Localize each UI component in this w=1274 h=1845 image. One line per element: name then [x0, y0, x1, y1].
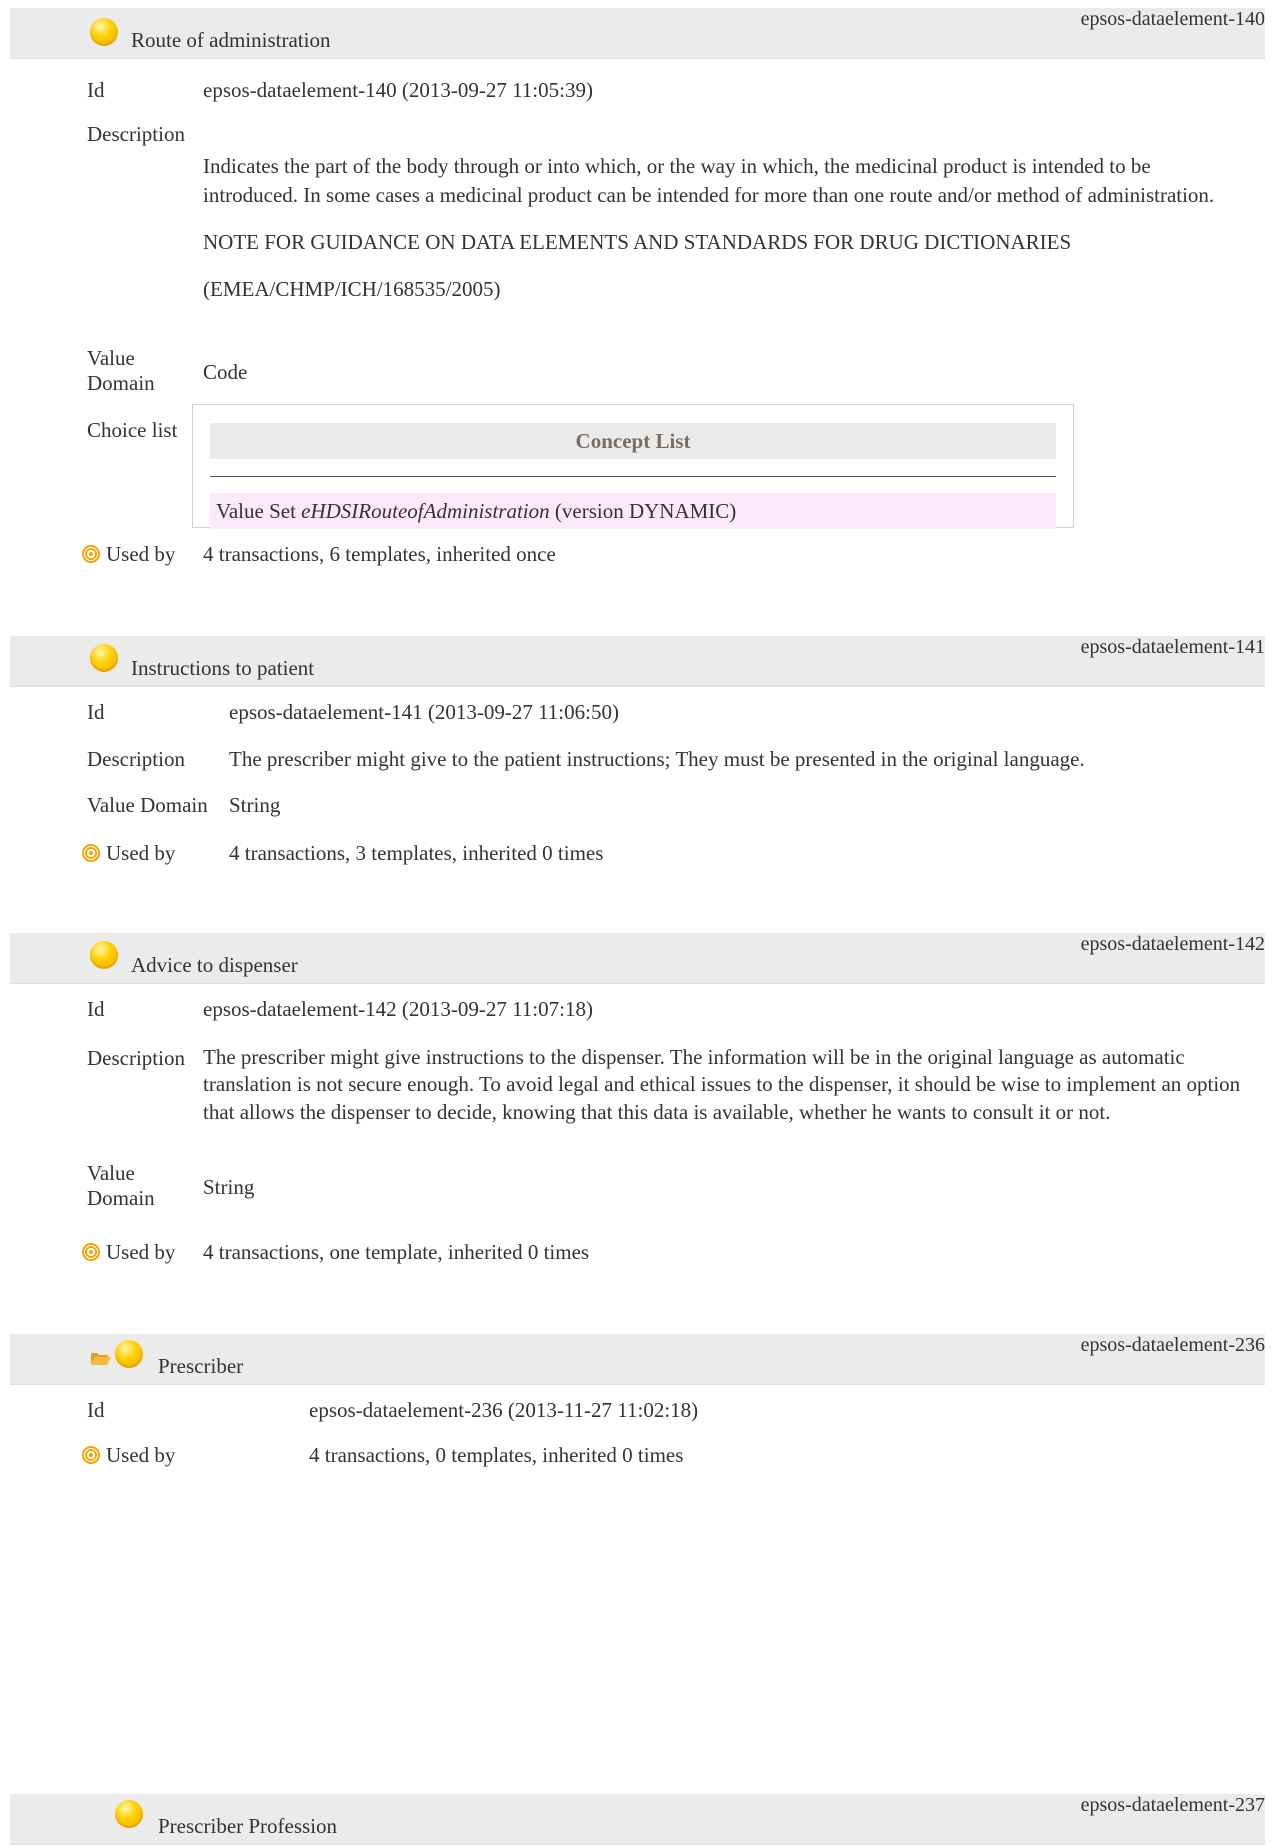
- value-domain-value: Code: [203, 360, 248, 384]
- id-value: epsos-dataelement-236 (2013-11-27 11:02:…: [309, 1398, 699, 1422]
- used-by-label-group: Used by: [82, 1441, 175, 1469]
- value-domain-label: Value Domain: [87, 1161, 155, 1211]
- description-label: Description: [87, 1046, 185, 1070]
- status-dot-icon: [90, 941, 118, 969]
- description-paragraph: Indicates the part of the body through o…: [203, 154, 1215, 207]
- description-row: Description Indicates the part of the bo…: [10, 120, 1265, 350]
- used-by-row[interactable]: Used by 4 transactions, one template, in…: [10, 1238, 1265, 1268]
- section-title: Advice to dispenser: [131, 953, 298, 977]
- used-by-label: Used by: [106, 841, 176, 865]
- description-text: The prescriber might give instructions t…: [203, 1045, 1241, 1124]
- value-domain-row: Value Domain Code: [10, 346, 1265, 398]
- section-ref: epsos-dataelement-237: [1080, 1794, 1265, 1816]
- value-domain-value: String: [229, 793, 281, 817]
- section-header[interactable]: Instructions to patient epsos-dataelemen…: [10, 636, 1265, 687]
- used-by-row[interactable]: Used by 4 transactions, 3 templates, inh…: [10, 839, 1265, 869]
- concept-list-divider: [210, 476, 1056, 477]
- description-row: Description The prescriber might give in…: [10, 1044, 1265, 1164]
- id-label: Id: [87, 700, 105, 724]
- section-header[interactable]: Prescriber Profession epsos-dataelement-…: [10, 1794, 1265, 1845]
- description-paragraph: (EMEA/CHMP/ICH/168535/2005): [203, 276, 501, 301]
- used-by-label: Used by: [106, 1240, 176, 1264]
- value-set-row[interactable]: Value Set eHDSIRouteofAdministration (ve…: [210, 493, 1056, 529]
- section-ref: epsos-dataelement-142: [1080, 933, 1265, 955]
- section-prescriber: Prescriber epsos-dataelement-236 Id epso…: [10, 1334, 1265, 1494]
- used-by-target-icon: [82, 1243, 100, 1261]
- value-domain-label-line: Value: [87, 346, 135, 370]
- section-header[interactable]: Route of administration epsos-dataelemen…: [10, 8, 1265, 59]
- value-set-link[interactable]: eHDSIRouteofAdministration: [301, 499, 549, 523]
- id-row: Id epsos-dataelement-236 (2013-11-27 11:…: [10, 1396, 1265, 1426]
- used-by-value: 4 transactions, 6 templates, inherited o…: [203, 542, 556, 566]
- id-value: epsos-dataelement-142 (2013-09-27 11:07:…: [203, 997, 593, 1021]
- value-domain-value: String: [203, 1175, 255, 1199]
- status-dot-icon: [90, 18, 118, 46]
- section-ref: epsos-dataelement-236: [1080, 1334, 1265, 1356]
- used-by-row[interactable]: Used by 4 transactions, 6 templates, inh…: [10, 540, 1265, 570]
- choice-list-label: Choice list: [87, 418, 178, 442]
- section-header[interactable]: Advice to dispenser epsos-dataelement-14…: [10, 933, 1265, 984]
- section-route-of-administration: Route of administration epsos-dataelemen…: [10, 8, 1265, 573]
- used-by-value: 4 transactions, 3 templates, inherited 0…: [229, 841, 604, 865]
- value-domain-label-line: Value: [87, 1161, 135, 1185]
- section-title: Route of administration: [131, 28, 331, 52]
- used-by-label-group: Used by: [82, 839, 175, 867]
- value-domain-label: Value Domain: [87, 346, 155, 396]
- concept-list-header: Concept List: [210, 423, 1056, 459]
- concept-list-box: Concept List Value Set eHDSIRouteofAdmin…: [192, 404, 1074, 529]
- folder-open-icon[interactable]: [90, 1351, 112, 1366]
- id-value: epsos-dataelement-140 (2013-09-27 11:05:…: [203, 78, 593, 102]
- value-domain-label-line: Domain: [87, 1186, 155, 1211]
- section-title: Prescriber Profession: [158, 1814, 338, 1838]
- used-by-target-icon: [82, 545, 100, 563]
- id-row: Id epsos-dataelement-142 (2013-09-27 11:…: [10, 995, 1265, 1025]
- section-title: Instructions to patient: [131, 656, 315, 680]
- id-label: Id: [87, 997, 105, 1021]
- section-ref: epsos-dataelement-140: [1080, 8, 1265, 30]
- value-domain-row: Value Domain String: [10, 791, 1265, 821]
- used-by-value: 4 transactions, 0 templates, inherited 0…: [309, 1443, 684, 1467]
- value-set-prefix: Value Set: [216, 499, 302, 523]
- used-by-label-group: Used by: [82, 1238, 175, 1266]
- description-text: The prescriber might give to the patient…: [229, 747, 1085, 771]
- value-set-version: (version DYNAMIC): [549, 499, 737, 523]
- value-domain-label: Value Domain: [87, 793, 208, 817]
- status-dot-icon: [90, 644, 118, 672]
- id-label: Id: [87, 78, 105, 102]
- used-by-value: 4 transactions, one template, inherited …: [203, 1240, 590, 1264]
- section-instructions-to-patient: Instructions to patient epsos-dataelemen…: [10, 636, 1265, 876]
- section-prescriber-profession: Prescriber Profession epsos-dataelement-…: [10, 1794, 1265, 1845]
- section-title: Prescriber: [158, 1354, 244, 1378]
- status-dot-icon: [115, 1340, 143, 1368]
- description-label: Description: [87, 747, 185, 771]
- description-label: Description: [87, 122, 185, 146]
- section-ref: epsos-dataelement-141: [1080, 636, 1265, 658]
- used-by-label-group: Used by: [82, 540, 175, 568]
- description-row: Description The prescriber might give to…: [10, 745, 1265, 775]
- used-by-label: Used by: [106, 1443, 176, 1467]
- id-row: Id epsos-dataelement-140 (2013-09-27 11:…: [10, 76, 1265, 106]
- used-by-target-icon: [82, 1446, 100, 1464]
- used-by-target-icon: [82, 844, 100, 862]
- section-advice-to-dispenser: Advice to dispenser epsos-dataelement-14…: [10, 933, 1265, 1273]
- value-domain-row: Value Domain String: [10, 1161, 1265, 1211]
- id-value: epsos-dataelement-141 (2013-09-27 11:06:…: [229, 700, 619, 724]
- section-header[interactable]: Prescriber epsos-dataelement-236: [10, 1334, 1265, 1385]
- value-domain-label-line: Domain: [87, 371, 155, 396]
- id-label: Id: [87, 1398, 105, 1422]
- used-by-row[interactable]: Used by 4 transactions, 0 templates, inh…: [10, 1441, 1265, 1471]
- description-paragraph: NOTE FOR GUIDANCE ON DATA ELEMENTS AND S…: [203, 229, 1072, 254]
- description-text: Indicates the part of the body through o…: [203, 152, 1248, 322]
- id-row: Id epsos-dataelement-141 (2013-09-27 11:…: [10, 698, 1265, 728]
- used-by-label: Used by: [106, 542, 176, 566]
- status-dot-icon: [115, 1800, 143, 1828]
